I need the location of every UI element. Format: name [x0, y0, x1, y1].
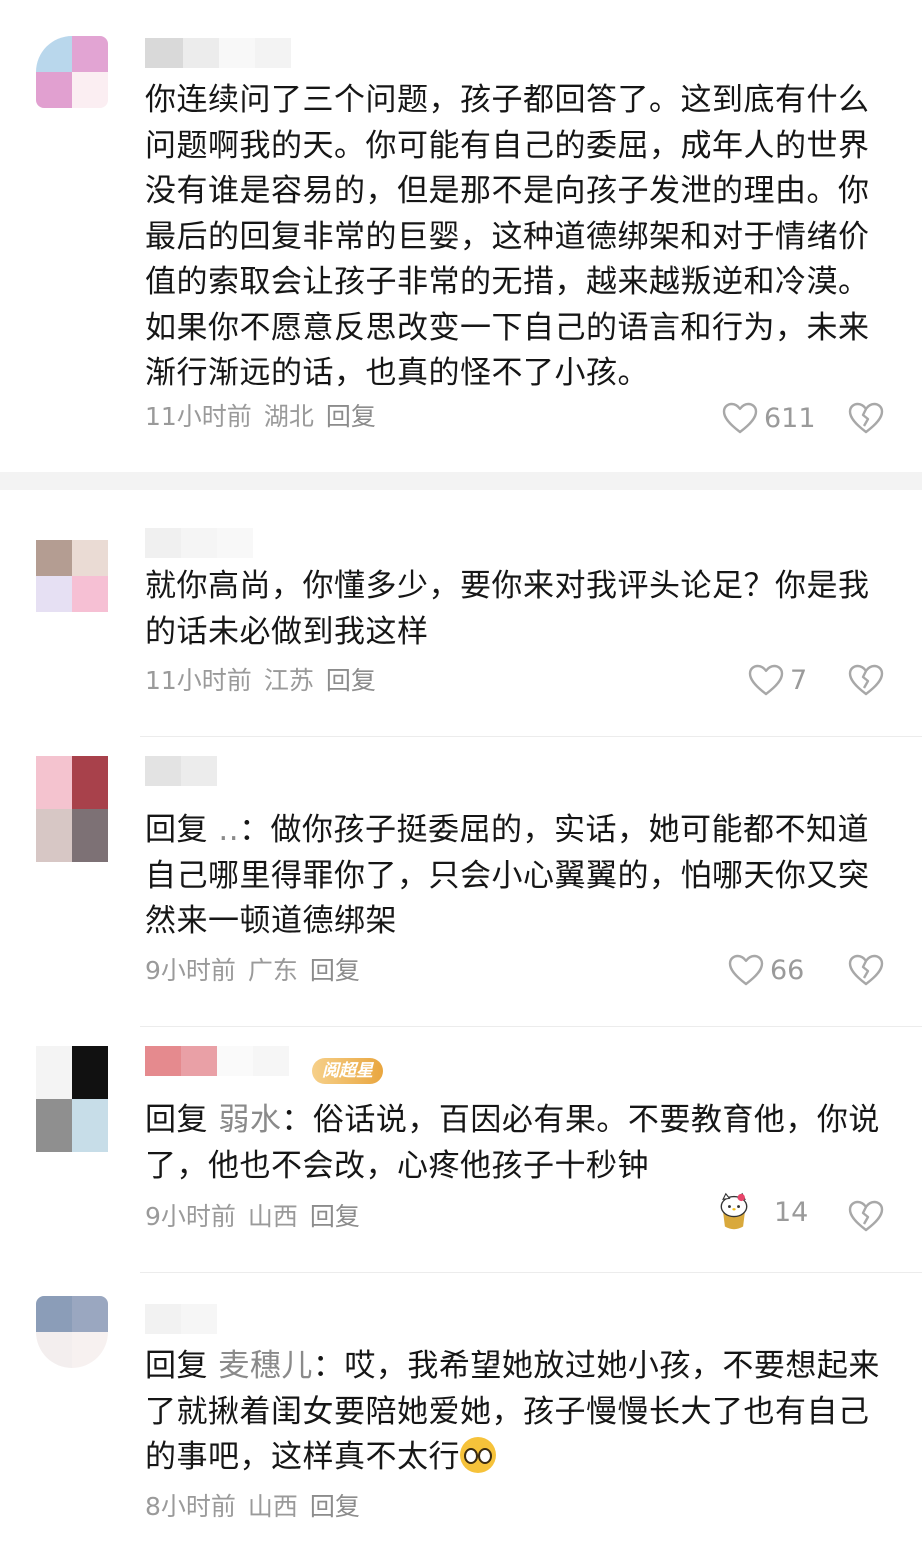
- avatar[interactable]: [36, 1046, 108, 1152]
- heart-outline-icon: [722, 402, 758, 434]
- like-button[interactable]: 7: [748, 660, 807, 700]
- username-blurred[interactable]: [145, 528, 253, 558]
- comment-location: 山西: [247, 1202, 298, 1231]
- like-button[interactable]: 611: [722, 398, 816, 438]
- reply-prefix: 回复: [145, 812, 208, 848]
- comment-text: 回复 弱水：俗话说，百因必有果。不要教育他，你说了，他也不会改，心疼他孩子十秒钟: [145, 1098, 885, 1189]
- comment-time: 8小时前: [145, 1492, 236, 1521]
- pleading-face-emoji-icon: [460, 1437, 496, 1473]
- comment-body: ：做你孩子挺委屈的，实话，她可能都不知道自己哪里得罪你了，只会小心翼翼的，怕哪天…: [145, 812, 870, 939]
- comment-time: 11小时前: [145, 402, 252, 431]
- reply-button[interactable]: 回复: [310, 1492, 360, 1521]
- comment-meta: 9小时前 山西 回复: [145, 1200, 360, 1234]
- reply-button[interactable]: 回复: [310, 1202, 360, 1231]
- avatar[interactable]: [36, 540, 108, 612]
- comment-location: 江苏: [263, 666, 314, 695]
- reply-button[interactable]: 回复: [326, 402, 376, 431]
- comment-meta: 9小时前 广东 回复: [145, 954, 360, 988]
- avatar[interactable]: [36, 756, 108, 862]
- comment-meta: 11小时前 江苏 回复: [145, 664, 376, 698]
- like-count: 611: [764, 402, 816, 434]
- comment-text: 你连续问了三个问题，孩子都回答了。这到底有什么问题啊我的天。你可能有自己的委屈，…: [145, 82, 870, 391]
- like-button[interactable]: 14: [714, 1192, 808, 1232]
- divider: [140, 1272, 922, 1273]
- comment-location: 广东: [247, 956, 298, 985]
- comment-text: 就你高尚，你懂多少，要你来对我评头论足？你是我的话未必做到我这样: [145, 568, 870, 650]
- avatar[interactable]: [36, 1296, 108, 1368]
- broken-heart-icon[interactable]: [848, 1198, 884, 1234]
- comment-meta: 11小时前 湖北 回复: [145, 400, 376, 434]
- comment-text: 回复 ..：做你孩子挺委屈的，实话，她可能都不知道自己哪里得罪你了，只会小心翼翼…: [145, 808, 885, 945]
- hello-kitty-sticker-icon: [720, 1192, 748, 1230]
- like-count: 66: [770, 954, 805, 986]
- reply-prefix: 回复: [145, 1102, 208, 1138]
- heart-outline-icon: [748, 664, 784, 696]
- reply-button[interactable]: 回复: [310, 956, 360, 985]
- like-button[interactable]: 66: [728, 950, 804, 990]
- reply-to-user[interactable]: ..: [208, 812, 239, 848]
- broken-heart-icon[interactable]: [848, 952, 884, 988]
- username-blurred[interactable]: [145, 1046, 289, 1076]
- like-count: 14: [774, 1196, 809, 1228]
- username-blurred[interactable]: [145, 756, 217, 786]
- comment-location: 山西: [247, 1492, 298, 1521]
- comment-time: 9小时前: [145, 1202, 236, 1231]
- divider: [140, 1026, 922, 1027]
- heart-outline-icon: [728, 954, 764, 986]
- divider: [140, 736, 922, 737]
- reply-button[interactable]: 回复: [326, 666, 376, 695]
- avatar[interactable]: [36, 36, 108, 108]
- comment-time: 9小时前: [145, 956, 236, 985]
- comment-meta: 8小时前 山西 回复: [145, 1490, 360, 1524]
- comment-location: 湖北: [263, 402, 314, 431]
- broken-heart-icon[interactable]: [848, 662, 884, 698]
- reply-to-user[interactable]: 麦穗儿: [208, 1348, 313, 1384]
- like-count: 7: [790, 664, 808, 696]
- username-blurred[interactable]: [145, 1304, 217, 1334]
- reply-to-user[interactable]: 弱水: [208, 1102, 281, 1138]
- username-blurred[interactable]: [145, 38, 291, 68]
- reply-prefix: 回复: [145, 1348, 208, 1384]
- member-badge[interactable]: 阅超星: [312, 1058, 383, 1084]
- comment-time: 11小时前: [145, 666, 252, 695]
- broken-heart-icon[interactable]: [848, 400, 884, 436]
- comment-text: 回复 麦穗儿：哎，我希望她放过她小孩，不要想起来了就揪着闺女要陪她爱她，孩子慢慢…: [145, 1344, 885, 1481]
- section-divider: [0, 472, 922, 490]
